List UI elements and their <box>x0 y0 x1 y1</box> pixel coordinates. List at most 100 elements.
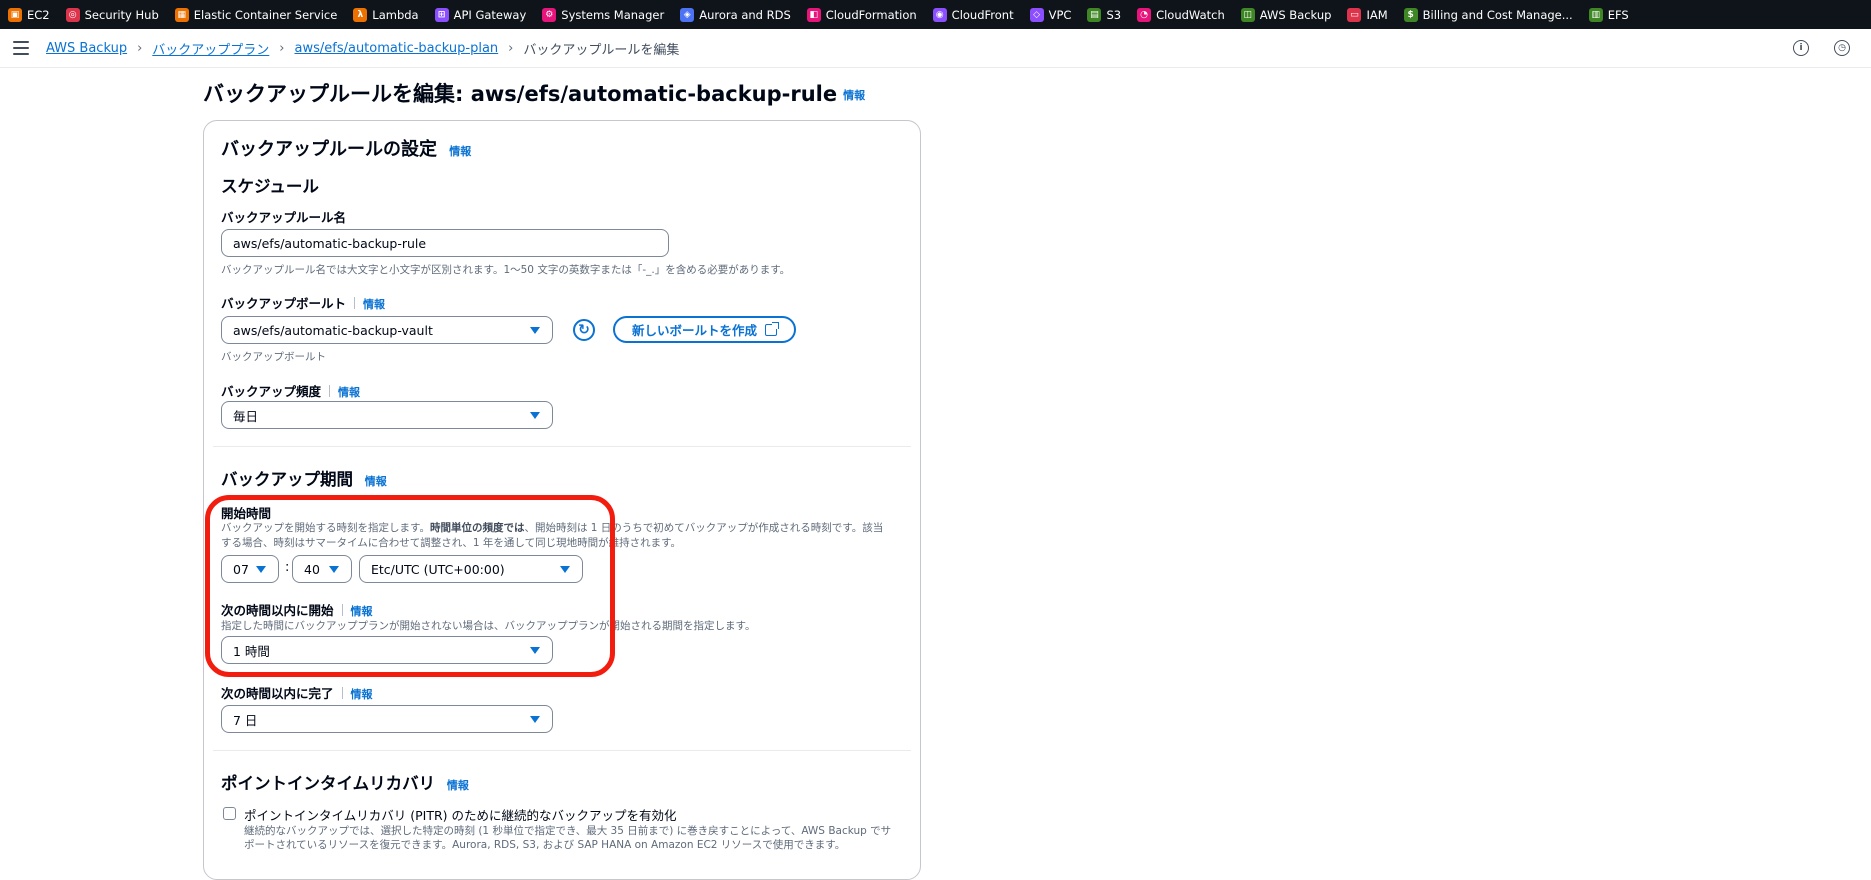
external-link-icon <box>765 321 779 336</box>
caret-down-icon <box>530 716 540 723</box>
pitr-heading-text: ポイントインタイムリカバリ <box>221 774 436 793</box>
start-within-select[interactable]: 1 時間 <box>221 636 553 664</box>
rule-name-value: aws/efs/automatic-backup-rule <box>233 235 427 251</box>
caret-down-icon <box>560 566 570 573</box>
pitr-heading: ポイントインタイムリカバリ 情報 <box>221 770 469 794</box>
timezone-select[interactable]: Etc/UTC (UTC+00:00) <box>359 555 583 583</box>
service-label: VPC <box>1048 7 1072 22</box>
settings-info-link[interactable]: 情報 <box>449 145 471 158</box>
frequency-info-link[interactable]: 情報 <box>338 386 360 399</box>
create-vault-button[interactable]: 新しいボールトを作成 <box>613 316 796 343</box>
start-minute-select[interactable]: 40 <box>292 555 352 583</box>
cloudformation-icon: ◧ <box>806 7 821 22</box>
notifications-icon[interactable]: ◷ <box>1834 40 1850 56</box>
vault-select[interactable]: aws/efs/automatic-backup-vault <box>221 316 553 344</box>
complete-within-label-text: 次の時間以内に完了 <box>221 686 334 701</box>
vault-label-text: バックアップボールト <box>221 296 347 311</box>
breadcrumb-backup-plan[interactable]: aws/efs/automatic-backup-plan <box>295 41 499 56</box>
vault-hint: バックアップボールト <box>221 351 326 363</box>
complete-within-value: 7 日 <box>233 712 258 728</box>
page-info-link[interactable]: 情報 <box>843 89 865 102</box>
chevron-right-icon: › <box>279 40 285 56</box>
caret-down-icon <box>256 566 266 573</box>
vault-select-value: aws/efs/automatic-backup-vault <box>233 322 433 338</box>
api-gateway-icon: ⊞ <box>434 7 449 22</box>
caret-down-icon <box>530 327 540 334</box>
service-systems-manager[interactable]: ⚙ Systems Manager <box>542 7 665 22</box>
menu-icon[interactable] <box>13 41 29 55</box>
service-cloudfront[interactable]: ◉ CloudFront <box>932 7 1014 22</box>
service-label: Lambda <box>372 7 419 22</box>
breadcrumb-current: バックアップルールを編集 <box>523 42 680 58</box>
start-time-desc-line2: する場合、時刻はサマータイムに合わせて調整され、1 年を通して同じ現地時間が維持… <box>221 537 682 549</box>
service-ec2[interactable]: ▣ EC2 <box>8 7 50 22</box>
cloudwatch-icon: ◔ <box>1137 7 1152 22</box>
service-iam[interactable]: ▭ IAM <box>1347 7 1388 22</box>
service-s3[interactable]: ▤ S3 <box>1087 7 1121 22</box>
service-label: CloudFormation <box>825 7 917 22</box>
pitr-info-link[interactable]: 情報 <box>447 779 469 792</box>
service-cloudwatch[interactable]: ◔ CloudWatch <box>1137 7 1225 22</box>
service-security-hub[interactable]: ◎ Security Hub <box>65 7 159 22</box>
refresh-icon[interactable]: ↻ <box>573 319 595 341</box>
section-divider <box>213 750 911 751</box>
billing-icon: $ <box>1403 7 1418 22</box>
start-hour-value: 07 <box>233 561 249 577</box>
caret-down-icon <box>329 566 339 573</box>
complete-within-select[interactable]: 7 日 <box>221 705 553 733</box>
frequency-label-text: バックアップ頻度 <box>221 384 322 399</box>
caret-down-icon <box>530 412 540 419</box>
backup-window-heading: バックアップ期間 情報 <box>221 466 387 490</box>
security-hub-icon: ◎ <box>65 7 80 22</box>
service-label: Systems Manager <box>561 7 665 22</box>
service-vpc[interactable]: ◇ VPC <box>1029 7 1072 22</box>
rule-name-label: バックアップルール名 <box>221 210 347 225</box>
backup-window-heading-text: バックアップ期間 <box>221 470 353 489</box>
service-label: Elastic Container Service <box>193 7 338 22</box>
service-cloudformation[interactable]: ◧ CloudFormation <box>806 7 917 22</box>
service-favorites-bar: ▣ EC2 ◎ Security Hub ▦ Elastic Container Serv… <box>0 0 1871 29</box>
pitr-desc-line1: 継続的なバックアップでは、選択した特定の時刻 (1 秒単位で指定でき、最大 35… <box>244 825 892 837</box>
breadcrumb-backup-plans[interactable]: バックアッププラン <box>152 39 269 58</box>
cloudfront-icon: ◉ <box>932 7 947 22</box>
vault-label: バックアップボールト 情報 <box>221 293 385 312</box>
start-within-info-link[interactable]: 情報 <box>351 605 373 618</box>
service-lambda[interactable]: λ Lambda <box>353 7 419 22</box>
breadcrumb-aws-backup[interactable]: AWS Backup <box>46 41 127 56</box>
service-api-gateway[interactable]: ⊞ API Gateway <box>434 7 527 22</box>
complete-within-info-link[interactable]: 情報 <box>351 688 373 701</box>
service-label: API Gateway <box>453 7 527 22</box>
service-billing[interactable]: $ Billing and Cost Manage... <box>1403 7 1573 22</box>
info-icon[interactable]: i <box>1793 40 1809 56</box>
service-ecs[interactable]: ▦ Elastic Container Service <box>174 7 338 22</box>
service-label: Aurora and RDS <box>699 7 791 22</box>
section-divider <box>213 446 911 447</box>
iam-icon: ▭ <box>1347 7 1362 22</box>
complete-within-label: 次の時間以内に完了 情報 <box>221 683 373 702</box>
pitr-desc-line2: ポートされているリソースを復元できます。Aurora, RDS, S3, および… <box>244 839 846 851</box>
vpc-icon: ◇ <box>1029 7 1044 22</box>
pitr-checkbox[interactable] <box>223 807 236 820</box>
frequency-label: バックアップ頻度 情報 <box>221 381 360 400</box>
start-time-desc: バックアップを開始する時刻を指定します。時間単位の頻度では、開始時刻は 1 日の… <box>221 520 883 535</box>
service-label: CloudWatch <box>1156 7 1225 22</box>
aws-backup-icon: ◫ <box>1240 7 1255 22</box>
caret-down-icon <box>530 647 540 654</box>
start-hour-select[interactable]: 07 <box>221 555 279 583</box>
ecs-icon: ▦ <box>174 7 189 22</box>
backup-window-info-link[interactable]: 情報 <box>365 475 387 488</box>
vault-info-link[interactable]: 情報 <box>363 298 385 311</box>
page-title-text: バックアップルールを編集: aws/efs/automatic-backup-r… <box>203 82 838 106</box>
frequency-select-value: 毎日 <box>233 408 259 424</box>
rule-name-hint: バックアップルール名では大文字と小文字が区別されます。1〜50 文字の英数字また… <box>221 264 791 276</box>
service-aws-backup[interactable]: ◫ AWS Backup <box>1240 7 1331 22</box>
start-within-label: 次の時間以内に開始 情報 <box>221 600 373 619</box>
frequency-select[interactable]: 毎日 <box>221 401 553 429</box>
pitr-checkbox-label[interactable]: ポイントインタイムリカバリ (PITR) のために継続的なバックアップを有効化 <box>244 805 677 824</box>
rule-name-input[interactable]: aws/efs/automatic-backup-rule <box>221 229 669 257</box>
settings-heading-text: バックアップルールの設定 <box>221 139 437 160</box>
service-rds[interactable]: ◈ Aurora and RDS <box>680 7 791 22</box>
systems-manager-icon: ⚙ <box>542 7 557 22</box>
start-time-desc-pre: バックアップを開始する時刻を指定します。 <box>221 522 430 534</box>
service-efs[interactable]: ▥ EFS <box>1588 7 1629 22</box>
